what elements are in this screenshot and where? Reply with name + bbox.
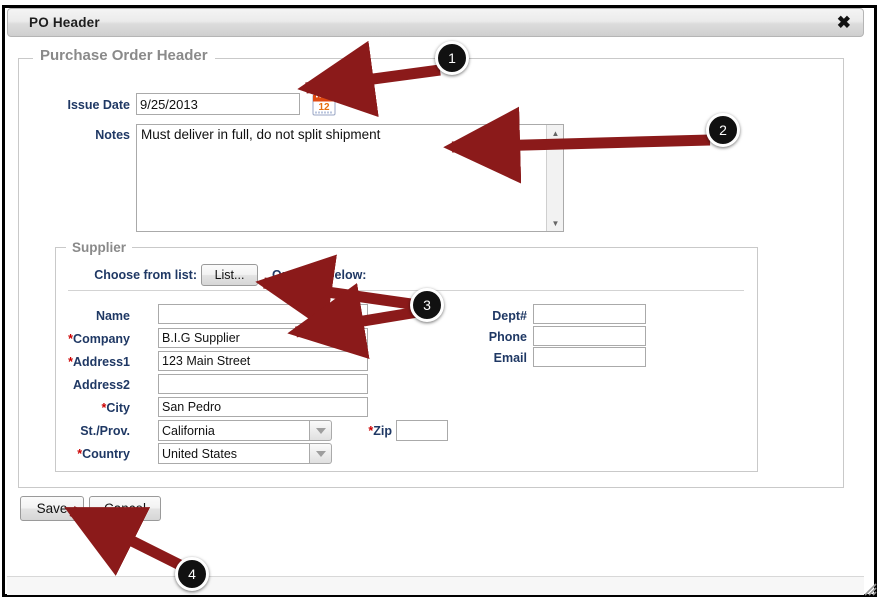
scroll-down-arrow-icon[interactable]: ▼ (547, 215, 564, 231)
supplier-phone-input[interactable] (533, 326, 646, 346)
or-enter-below-label: Or, enter below: (272, 268, 367, 282)
purchase-order-header-legend: Purchase Order Header (33, 47, 215, 64)
supplier-address2-label: Address2 (73, 378, 130, 392)
supplier-email-input[interactable] (533, 347, 646, 367)
supplier-address1-label: *Address1 (68, 355, 130, 369)
supplier-legend: Supplier (66, 240, 133, 255)
supplier-phone-label: Phone (488, 330, 527, 344)
notes-textarea[interactable]: Must deliver in full, do not split shipm… (136, 124, 564, 232)
close-x-icon[interactable]: ✖ (837, 13, 851, 33)
resize-grip-icon[interactable] (861, 580, 877, 596)
issue-date-input[interactable] (136, 93, 300, 115)
notes-scrollbar[interactable]: ▲ ▼ (546, 125, 563, 231)
callout-badge-4: 4 (175, 557, 209, 591)
cancel-button[interactable]: Cancel (89, 496, 161, 521)
scroll-up-arrow-icon[interactable]: ▲ (547, 125, 564, 141)
po-header-dialog: PO Header ✖ Purchase Order Header Issue … (0, 0, 883, 602)
supplier-dept-input[interactable] (533, 304, 646, 324)
notes-label: Notes (95, 128, 130, 142)
choose-from-list-label: Choose from list: (94, 268, 197, 282)
supplier-address2-input[interactable] (158, 374, 368, 394)
save-button[interactable]: Save (20, 496, 84, 521)
calendar-icon-svg: 12 (312, 92, 336, 116)
supplier-zip-input[interactable] (396, 420, 448, 441)
supplier-city-label: *City (101, 401, 131, 415)
supplier-divider (68, 290, 744, 291)
supplier-country-label: *Country (77, 447, 130, 461)
supplier-state-value: California (158, 420, 310, 441)
callout-badge-3: 3 (410, 288, 444, 322)
dialog-footer-strip (7, 576, 864, 595)
supplier-country-value: United States (158, 443, 310, 464)
chevron-down-icon-state[interactable] (310, 420, 332, 441)
supplier-zip-label: *Zip (368, 424, 392, 438)
supplier-country-select[interactable]: United States (158, 443, 332, 464)
dialog-titlebar: PO Header ✖ (7, 8, 864, 37)
callout-badge-2: 2 (706, 113, 740, 147)
supplier-state-label: St./Prov. (80, 424, 130, 438)
supplier-city-input[interactable] (158, 397, 368, 417)
supplier-name-label: *Name (95, 309, 130, 323)
supplier-dept-label: Dept# (492, 309, 527, 323)
supplier-address1-input[interactable] (158, 351, 368, 371)
calendar-day-number: 12 (318, 102, 330, 113)
chevron-down-icon-country[interactable] (310, 443, 332, 464)
dialog-title: PO Header (29, 15, 100, 30)
supplier-email-label: Email (493, 351, 527, 365)
callout-badge-1: 1 (435, 41, 469, 75)
calendar-icon[interactable]: 12 (311, 91, 337, 117)
issue-date-label: Issue Date (67, 98, 130, 112)
supplier-list-button[interactable]: List... (201, 264, 258, 286)
supplier-state-select[interactable]: California (158, 420, 332, 441)
supplier-company-label: *Company (68, 332, 130, 346)
supplier-name-input[interactable] (158, 304, 368, 324)
supplier-company-input[interactable] (158, 328, 368, 348)
